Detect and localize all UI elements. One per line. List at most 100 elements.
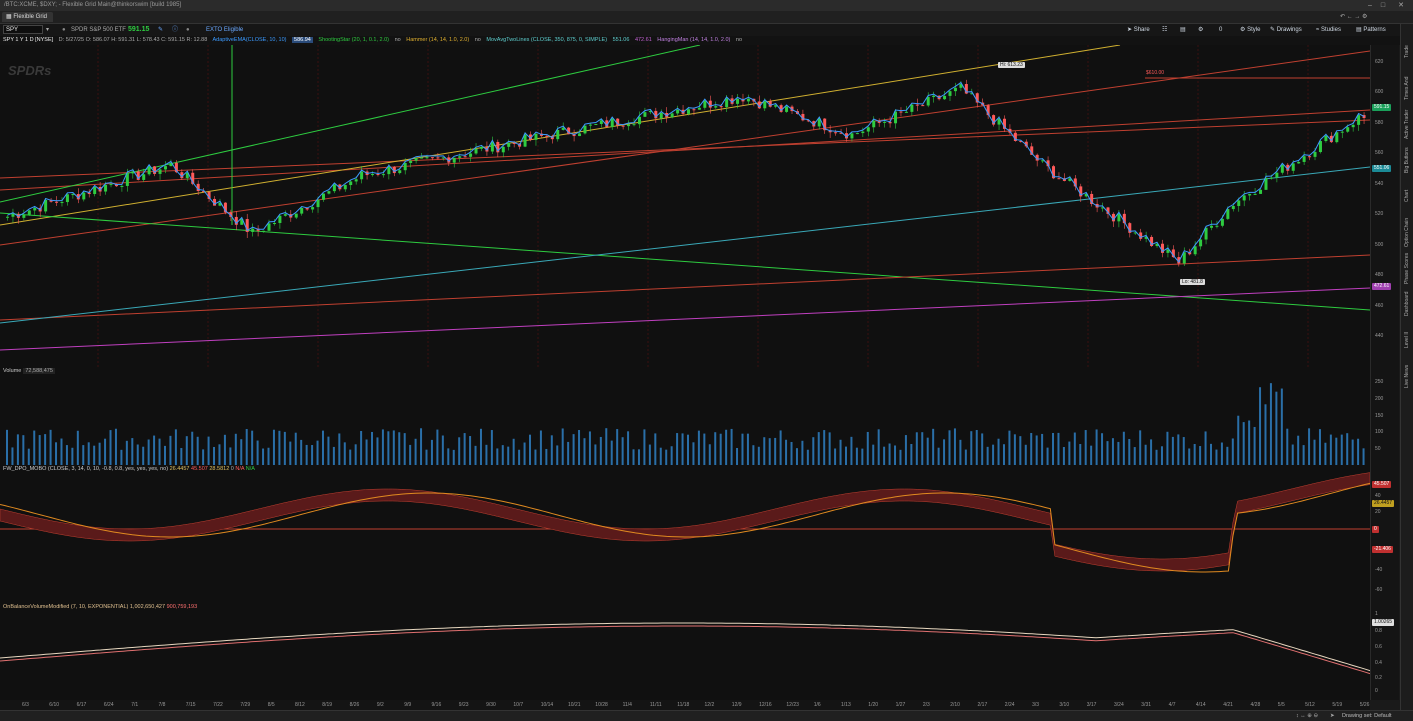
candle-body	[1340, 131, 1344, 133]
sidebar-tab-times-and-sales[interactable]: Times And Sales	[1402, 72, 1413, 104]
patterns-button[interactable]: ▤ Patterns	[1356, 24, 1386, 36]
symbol-input[interactable]: SPY	[3, 25, 43, 34]
dpo-pane[interactable]: FW_DPO_MOBO (CLOSE, 3, 14, 0, 10, -0.8, …	[0, 465, 1370, 604]
volume-bar	[1269, 383, 1272, 465]
volume-bar	[76, 430, 79, 465]
volume-bar	[975, 429, 978, 465]
date-tick: 8/5	[267, 702, 275, 708]
volume-bar	[812, 437, 815, 465]
style-icon: ⚙	[1240, 27, 1246, 33]
candle-body	[1248, 193, 1252, 196]
volume-bar	[1362, 448, 1365, 465]
layout-icon[interactable]: ▤	[1180, 24, 1186, 36]
maximize-icon[interactable]: □	[1377, 0, 1389, 11]
price-tick: 500	[1375, 242, 1384, 248]
volume-bar	[708, 444, 711, 465]
volume-bar	[904, 435, 907, 465]
sidebar-tab-chart[interactable]: Chart	[1402, 180, 1413, 212]
dropdown-icon[interactable]: ▾	[46, 24, 49, 36]
sidebar-tab-level-ii[interactable]: Level II	[1402, 324, 1413, 356]
volume-bar	[992, 444, 995, 465]
link-icon[interactable]: ●	[62, 24, 66, 36]
candle-body	[670, 113, 674, 118]
date-tick: 5/19	[1332, 702, 1343, 708]
price-axis[interactable]: 620 600 580 560 540 520 500 480 460 440 …	[1370, 45, 1399, 367]
study-hanging-man[interactable]: HangingMan (14, 14, 1.0, 2.0)	[657, 37, 730, 43]
sidebar-tab-phase-scores[interactable]: Phase Scores	[1402, 252, 1413, 284]
volume-bar	[1329, 434, 1332, 465]
date-tick: 3/10	[1059, 702, 1070, 708]
study-hammer[interactable]: Hammer (14, 14, 1.0, 2.0)	[406, 37, 469, 43]
sidebar-tab-live-news[interactable]: Live News	[1402, 360, 1413, 392]
price-tick: 460	[1375, 303, 1384, 309]
dpo-chart[interactable]	[0, 465, 1370, 603]
obv-pane[interactable]: OnBalanceVolumeModified (7, 10, EXPONENT…	[0, 603, 1370, 701]
date-tick: 8/19	[322, 702, 333, 708]
style-button[interactable]: ⚙ Style	[1240, 24, 1260, 36]
date-tick: 3/17	[1086, 702, 1097, 708]
volume-bar	[1106, 441, 1109, 465]
candle-body	[463, 156, 467, 158]
trend-line	[0, 109, 1370, 191]
volume-tick: 50	[1375, 446, 1381, 452]
volume-pane[interactable]: Volume 72,588,475	[0, 367, 1370, 466]
date-tick: 7/22	[213, 702, 223, 708]
sidebar-tab-big-buttons[interactable]: Big Buttons	[1402, 144, 1413, 176]
sidebar-tab-option-chain[interactable]: Option Chain	[1402, 216, 1413, 248]
news-icon[interactable]: ✎	[158, 24, 163, 36]
tab-nav-icons[interactable]: ↶ ← → ⚙	[1340, 13, 1367, 20]
sidebar-tab-active-trader[interactable]: Active Trader	[1402, 108, 1413, 140]
volume-bar	[621, 437, 624, 465]
tab-flexible-grid[interactable]: ▦ Flexible Grid	[2, 12, 54, 22]
candle-body	[33, 207, 37, 211]
minimize-icon[interactable]: –	[1364, 0, 1376, 11]
volume-bar	[343, 442, 346, 465]
date-tick: 4/28	[1250, 702, 1261, 708]
date-axis[interactable]: 6/3 6/10 6/17 6/24 7/1 7/8 7/15 7/22 7/29 8/5 8/12…	[0, 700, 1370, 710]
study-adaptive-ema[interactable]: AdaptiveEMA(CLOSE, 10, 10)	[213, 37, 287, 43]
study-shooting-star[interactable]: ShootingStar (20, 1, 0.1, 2.0)	[318, 37, 389, 43]
obv-chart[interactable]	[0, 603, 1370, 700]
candle-body	[594, 123, 598, 125]
gear-icon[interactable]: ⚙	[1198, 24, 1203, 36]
date-tick: 11/4	[622, 702, 632, 708]
study-movavg[interactable]: MovAvgTwoLines (CLOSE, 350, 875, 0, SIMP…	[486, 37, 607, 43]
price-alert-label[interactable]: $610.00	[1146, 70, 1164, 76]
price-chart[interactable]	[0, 45, 1370, 367]
volume-bar	[294, 432, 297, 465]
options-icon[interactable]: ●	[186, 24, 190, 36]
share-button[interactable]: ➤ Share	[1127, 24, 1150, 36]
dpo-tick: -40	[1375, 567, 1383, 573]
close-icon[interactable]: ✕	[1395, 0, 1407, 11]
candle-body	[1291, 163, 1295, 171]
drawings-button[interactable]: ✎ Drawings	[1270, 24, 1302, 36]
volume-bar	[817, 432, 820, 465]
volume-bar	[894, 445, 897, 465]
candle-body	[1346, 127, 1350, 132]
detach-icon[interactable]: ☷	[1162, 24, 1167, 36]
studies-button[interactable]: ≈ Studies	[1316, 24, 1341, 36]
volume-bar	[163, 445, 166, 465]
volume-bar	[65, 445, 68, 465]
volume-bar	[643, 429, 646, 465]
candle-body	[109, 184, 113, 186]
volume-chart[interactable]	[0, 367, 1370, 465]
info-icon[interactable]: ⓘ	[172, 24, 178, 36]
candle-body	[104, 184, 108, 192]
date-tick: 3/31	[1141, 702, 1152, 708]
dpo-value-6: N/A	[245, 466, 255, 472]
volume-bar	[1242, 422, 1245, 465]
sidebar-tab-dashboard[interactable]: Dashboard	[1402, 288, 1413, 320]
volume-label: Volume	[3, 368, 22, 374]
volume-bar	[632, 449, 635, 465]
candle-body	[93, 187, 97, 195]
candle-body	[697, 107, 701, 110]
sidebar-tab-trade[interactable]: Trade	[1402, 36, 1413, 68]
price-pane[interactable]: SPDRs Hi: 613.23 Lo: 481.8 $610.00	[0, 45, 1370, 368]
volume-bar	[1111, 438, 1114, 465]
candle-body	[65, 194, 69, 203]
date-tick: 10/21	[568, 702, 581, 708]
volume-bar	[414, 438, 417, 465]
volume-bar	[136, 444, 139, 465]
date-tick: 12/23	[786, 702, 799, 708]
